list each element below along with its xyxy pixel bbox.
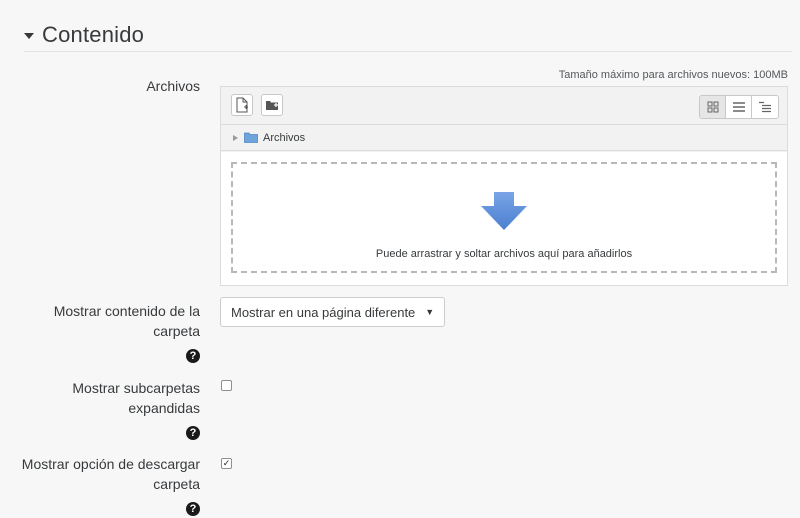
create-folder-icon — [266, 101, 278, 110]
file-area: Puede arrastrar y soltar archivos aquí p… — [221, 152, 787, 285]
help-icon[interactable]: ? — [186, 502, 200, 516]
file-picker-toolbar — [221, 87, 787, 125]
help-icon[interactable]: ? — [186, 426, 200, 440]
show-expanded-label-line2: expandidas — [128, 400, 200, 416]
breadcrumb: Archivos — [221, 125, 787, 151]
view-mode-group — [699, 95, 779, 119]
folder-icon — [244, 132, 258, 143]
list-icon — [732, 102, 745, 112]
section-toggle-contenido[interactable]: Contenido — [24, 22, 144, 48]
section-title: Contenido — [42, 22, 145, 47]
display-content-label-line1: Mostrar contenido de la — [53, 303, 200, 319]
show-expanded-checkbox[interactable] — [221, 380, 232, 391]
page: Contenido Archivos Tamaño máximo para ar… — [0, 0, 800, 518]
check-icon: ✓ — [222, 458, 231, 468]
icons-view-button[interactable] — [700, 96, 726, 118]
breadcrumb-root[interactable]: Archivos — [263, 132, 305, 144]
tree-view-button[interactable] — [752, 96, 778, 118]
file-picker: Archivos Puede arrastrar y soltar archiv… — [220, 86, 788, 286]
display-content-select-value: Mostrar en una página diferente — [231, 304, 416, 320]
tree-icon — [759, 101, 771, 113]
display-content-label: Mostrar contenido de la carpeta ? — [54, 301, 200, 364]
list-view-button[interactable] — [726, 96, 752, 118]
expand-arrow-icon[interactable] — [233, 134, 238, 141]
add-file-button[interactable] — [231, 94, 253, 116]
drop-zone[interactable]: Puede arrastrar y soltar archivos aquí p… — [231, 162, 777, 273]
help-icon[interactable]: ? — [186, 349, 200, 363]
archivos-label: Archivos — [146, 78, 200, 94]
create-folder-button[interactable] — [261, 94, 283, 116]
caret-down-icon — [24, 33, 34, 39]
display-content-select[interactable]: Mostrar en una página diferente ▼ — [220, 297, 446, 327]
drop-arrow-icon — [481, 192, 527, 230]
show-expanded-label-line1: Mostrar subcarpetas — [72, 380, 200, 396]
caret-down-icon: ▼ — [425, 307, 435, 317]
show-download-label: Mostrar opción de descargar carpeta ? — [22, 454, 200, 517]
section-divider — [24, 51, 792, 52]
display-content-label-line2: carpeta — [153, 323, 200, 339]
max-size-text: Tamaño máximo para archivos nuevos: 100M… — [558, 69, 788, 81]
drop-zone-text: Puede arrastrar y soltar archivos aquí p… — [375, 248, 633, 260]
grid-icon — [707, 101, 718, 113]
show-expanded-label: Mostrar subcarpetas expandidas ? — [72, 378, 200, 441]
show-download-label-line2: carpeta — [153, 476, 200, 492]
add-file-icon — [236, 97, 248, 113]
show-download-checkbox[interactable]: ✓ — [221, 458, 232, 469]
show-download-label-line1: Mostrar opción de descargar — [21, 456, 200, 472]
